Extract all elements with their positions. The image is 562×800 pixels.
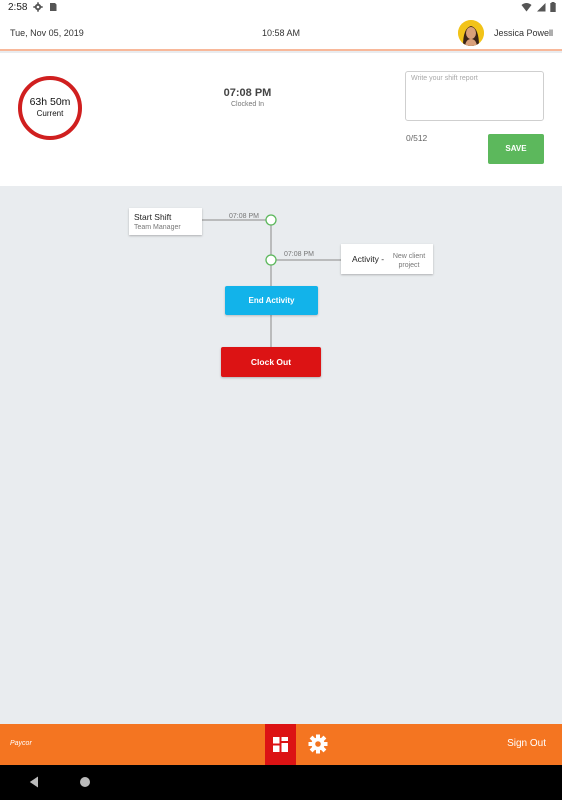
- dashboard-tab[interactable]: [265, 724, 296, 765]
- activity-card: Activity - New client project: [341, 244, 433, 274]
- brand-logo: Paycor: [10, 740, 32, 747]
- shift-timeline: Start Shift Team Manager 07:08 PM 07:08 …: [0, 186, 562, 724]
- timeline-connectors: [202, 214, 341, 347]
- shift-report-input[interactable]: [405, 71, 544, 121]
- start-shift-title: Start Shift: [134, 212, 172, 222]
- activity-detail: New client project: [392, 253, 426, 269]
- activity-time: 07:08 PM: [284, 251, 314, 258]
- current-duration-ring: 63h 50m Current: [18, 76, 82, 140]
- clocked-in-label: Clocked In: [230, 101, 265, 108]
- current-duration-label: Current: [36, 109, 64, 118]
- activity-title: Activity -: [352, 254, 385, 264]
- avatar-image: [458, 20, 484, 46]
- home-icon[interactable]: [80, 777, 90, 787]
- start-node: [265, 214, 277, 226]
- status-time: 2:58: [8, 2, 28, 13]
- start-shift-card: Start Shift Team Manager: [129, 208, 202, 235]
- sim-icon: [50, 3, 57, 11]
- save-button[interactable]: SAVE: [488, 134, 544, 164]
- header-date: Tue, Nov 05, 2019: [10, 28, 84, 38]
- battery-icon: [550, 2, 556, 12]
- current-duration: 63h 50m: [29, 96, 71, 108]
- avatar[interactable]: [458, 20, 484, 46]
- signal-icon: [537, 3, 546, 12]
- end-activity-button[interactable]: End Activity: [225, 286, 318, 315]
- gear-icon[interactable]: [307, 733, 329, 755]
- report-char-counter: 0/512: [406, 133, 428, 143]
- shift-summary-panel: 63h 50m Current 07:08 PM Clocked In 0/51…: [0, 53, 562, 186]
- user-name[interactable]: Jessica Powell: [494, 28, 553, 38]
- start-shift-role: Team Manager: [134, 224, 181, 231]
- clocked-in-time: 07:08 PM: [223, 87, 272, 99]
- clock-out-button[interactable]: Clock Out: [221, 347, 321, 377]
- bottom-toolbar: Paycor Sign Out: [0, 724, 562, 765]
- back-icon[interactable]: [29, 776, 39, 788]
- sign-out-button[interactable]: Sign Out: [507, 738, 546, 749]
- system-nav-bar: [0, 765, 562, 800]
- dashboard-icon: [273, 737, 288, 752]
- wifi-icon: [521, 3, 532, 12]
- header-clock: 10:58 AM: [262, 28, 301, 38]
- app-header: Tue, Nov 05, 2019 10:58 AM Jessica Powel…: [0, 16, 562, 51]
- start-shift-time: 07:08 PM: [229, 213, 259, 220]
- settings-icon: [33, 2, 43, 12]
- status-bar: 2:58: [0, 0, 562, 16]
- activity-node: [265, 254, 277, 266]
